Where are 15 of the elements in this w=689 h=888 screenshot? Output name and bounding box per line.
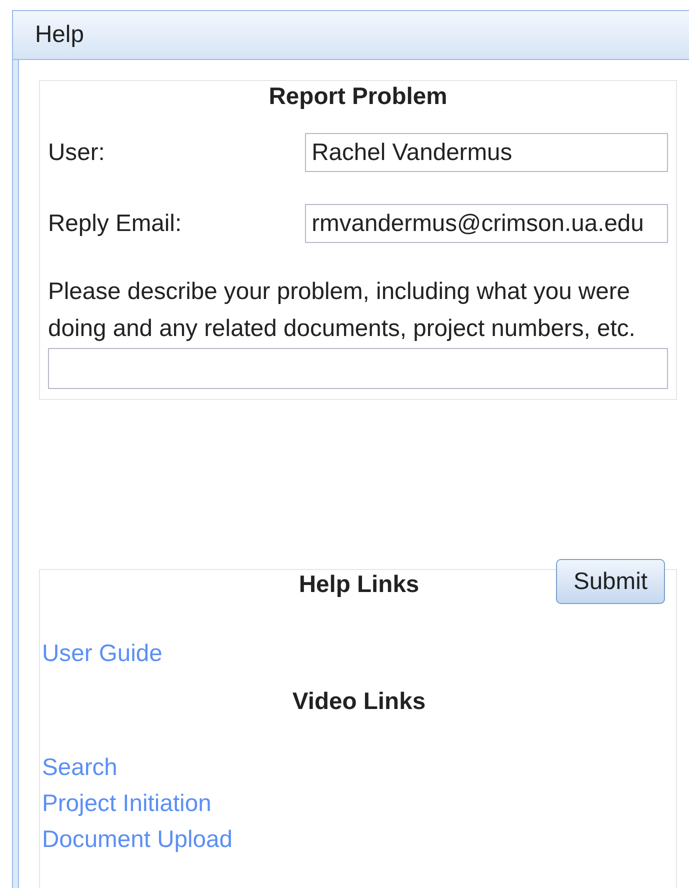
link[interactable]: Document Upload bbox=[42, 822, 232, 858]
link[interactable]: Search bbox=[42, 750, 118, 786]
description-field[interactable] bbox=[48, 348, 668, 389]
field-label: User: bbox=[48, 138, 106, 166]
input-field[interactable]: rmvandermus@crimson.ua.edu bbox=[304, 204, 668, 243]
submit-button[interactable]: Submit bbox=[556, 559, 665, 604]
input-field[interactable]: Rachel Vandermus bbox=[304, 133, 668, 172]
description-label: Please describe your problem, including what you were doing and any related documents, project numbers, etc. bbox=[48, 277, 636, 344]
link[interactable]: User Guide bbox=[42, 636, 162, 672]
panel-heading: Help Links bbox=[298, 570, 420, 600]
link[interactable]: Project Initiation bbox=[42, 786, 212, 822]
window-title: Help bbox=[35, 21, 84, 49]
panel-heading: Report Problem bbox=[268, 82, 448, 112]
field-label: Reply Email: bbox=[48, 210, 183, 238]
section-heading: Video Links bbox=[292, 687, 426, 717]
